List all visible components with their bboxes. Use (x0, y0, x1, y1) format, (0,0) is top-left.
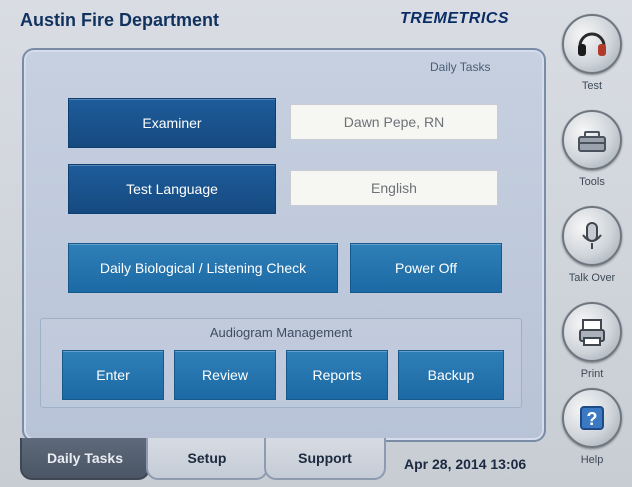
tab-daily-tasks[interactable]: Daily Tasks (20, 438, 150, 480)
sidebar-item-print[interactable]: Print (556, 302, 628, 398)
daily-check-button[interactable]: Daily Biological / Listening Check (68, 243, 338, 293)
headphones-icon (562, 14, 622, 74)
examiner-field[interactable]: Dawn Pepe, RN (290, 104, 498, 140)
review-button[interactable]: Review (174, 350, 276, 400)
power-off-button[interactable]: Power Off (350, 243, 502, 293)
sidebar-label-print: Print (580, 368, 604, 380)
test-language-label: Test Language (126, 181, 218, 197)
toolbox-icon (562, 110, 622, 170)
power-off-label: Power Off (395, 260, 457, 276)
tab-setup[interactable]: Setup (146, 438, 268, 480)
enter-button[interactable]: Enter (62, 350, 164, 400)
app-title: Austin Fire Department (20, 10, 220, 30)
backup-label: Backup (427, 367, 475, 383)
sidebar-item-help[interactable]: ? Help (556, 388, 628, 484)
test-language-field[interactable]: English (290, 170, 498, 206)
test-language-button[interactable]: Test Language (68, 164, 276, 214)
tab-support[interactable]: Support (264, 438, 386, 480)
examiner-label: Examiner (142, 115, 202, 131)
reports-label: Reports (312, 367, 362, 383)
sidebar-item-tools[interactable]: Tools (556, 110, 628, 206)
help-icon: ? (562, 388, 622, 448)
panel-label: Daily Tasks (430, 60, 491, 74)
daily-check-label: Daily Biological / Listening Check (99, 260, 307, 276)
microphone-icon (562, 206, 622, 266)
tab-support-label: Support (298, 450, 352, 466)
reports-button[interactable]: Reports (286, 350, 388, 400)
examiner-value: Dawn Pepe, RN (343, 114, 445, 130)
review-label: Review (202, 367, 248, 383)
tab-setup-label: Setup (187, 450, 227, 466)
printer-icon (562, 302, 622, 362)
sidebar-item-talk-over[interactable]: Talk Over (556, 206, 628, 302)
audiogram-group-title: Audiogram Management (209, 325, 353, 340)
brand-logo: TREMETRICS (400, 10, 509, 27)
app-screen: Austin Fire Department TREMETRICS Daily … (0, 0, 632, 487)
svg-text:?: ? (587, 409, 598, 429)
sidebar-label-tools: Tools (579, 176, 605, 188)
test-language-value: English (371, 180, 417, 196)
enter-label: Enter (96, 367, 130, 383)
backup-button[interactable]: Backup (398, 350, 504, 400)
datetime: Apr 28, 2014 13:06 (404, 456, 527, 472)
examiner-button[interactable]: Examiner (68, 98, 276, 148)
sidebar-label-test: Test (581, 80, 603, 92)
sidebar-label-talk-over: Talk Over (568, 272, 616, 284)
sidebar-label-help: Help (580, 454, 604, 466)
sidebar-item-test[interactable]: Test (556, 14, 628, 110)
tab-daily-tasks-label: Daily Tasks (46, 450, 123, 466)
